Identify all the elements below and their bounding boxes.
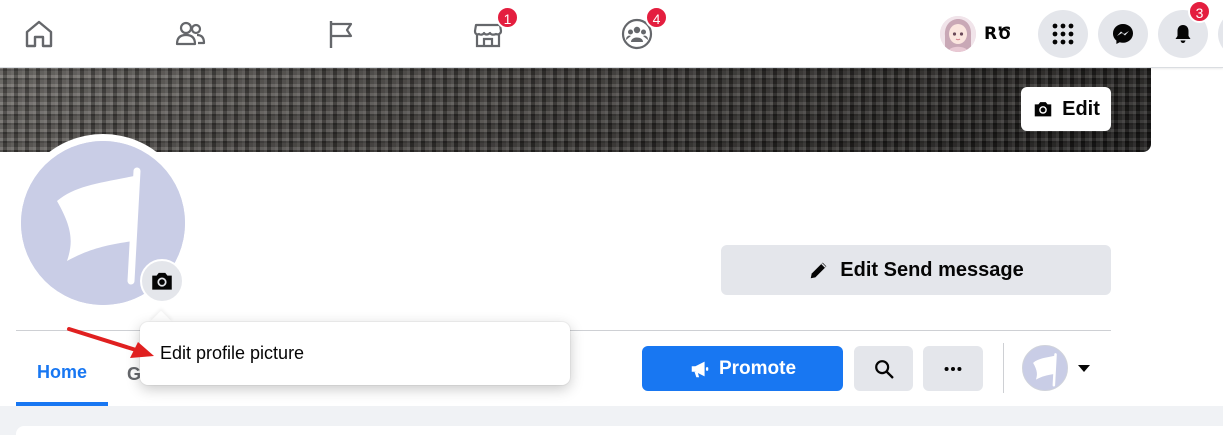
- camera-icon: [152, 272, 172, 290]
- edit-cover-button[interactable]: Edit: [1021, 87, 1111, 131]
- edit-send-message-button[interactable]: Edit Send message: [721, 245, 1111, 295]
- promote-button[interactable]: Promote: [642, 346, 843, 391]
- top-navigation-bar: 1 4 RԾ 3: [0, 0, 1223, 68]
- friends-icon: [175, 21, 206, 46]
- account-button-partial[interactable]: [1218, 10, 1223, 58]
- messenger-button[interactable]: [1098, 10, 1148, 58]
- friends-nav-button[interactable]: [170, 14, 210, 54]
- pages-nav-button[interactable]: [320, 14, 360, 54]
- menu-button[interactable]: [1038, 10, 1088, 58]
- home-nav-button[interactable]: [19, 14, 59, 54]
- notifications-badge: 3: [1188, 0, 1211, 23]
- flag-icon: [329, 21, 353, 48]
- home-icon: [25, 20, 53, 48]
- page-avatar: [1022, 345, 1068, 391]
- red-arrow-annotation: [67, 327, 154, 358]
- more-options-button[interactable]: [923, 346, 983, 391]
- promote-label: Promote: [718, 357, 797, 379]
- megaphone-icon: [691, 361, 709, 377]
- page-switcher[interactable]: [1022, 345, 1098, 391]
- profile-picture-menu: Edit profile picture: [140, 322, 570, 385]
- edit-send-message-label: Edit Send message: [840, 258, 1024, 281]
- pencil-icon: [811, 262, 827, 279]
- grid-menu-icon: [1052, 23, 1074, 45]
- bell-icon: [1175, 25, 1191, 43]
- marketplace-badge: 1: [496, 6, 519, 29]
- camera-icon: [1034, 102, 1052, 117]
- profile-name: RԾ: [984, 24, 1012, 44]
- vertical-separator: [1003, 343, 1004, 393]
- more-dots-icon: [944, 366, 962, 371]
- change-profile-picture-button[interactable]: [140, 259, 184, 303]
- caret-down-icon: [1078, 364, 1090, 372]
- feed-card-top: [16, 426, 1223, 435]
- messenger-icon: [1113, 24, 1133, 44]
- search-icon: [874, 359, 893, 378]
- edit-cover-label: Edit: [1062, 97, 1100, 120]
- groups-badge: 4: [645, 6, 668, 29]
- cover-photo: [0, 68, 1151, 152]
- avatar: [940, 16, 976, 52]
- flag-placeholder-icon: [1023, 346, 1067, 390]
- edit-profile-picture-item[interactable]: Edit profile picture: [160, 343, 304, 364]
- search-button[interactable]: [854, 346, 913, 391]
- profile-shortcut[interactable]: RԾ: [940, 13, 1011, 55]
